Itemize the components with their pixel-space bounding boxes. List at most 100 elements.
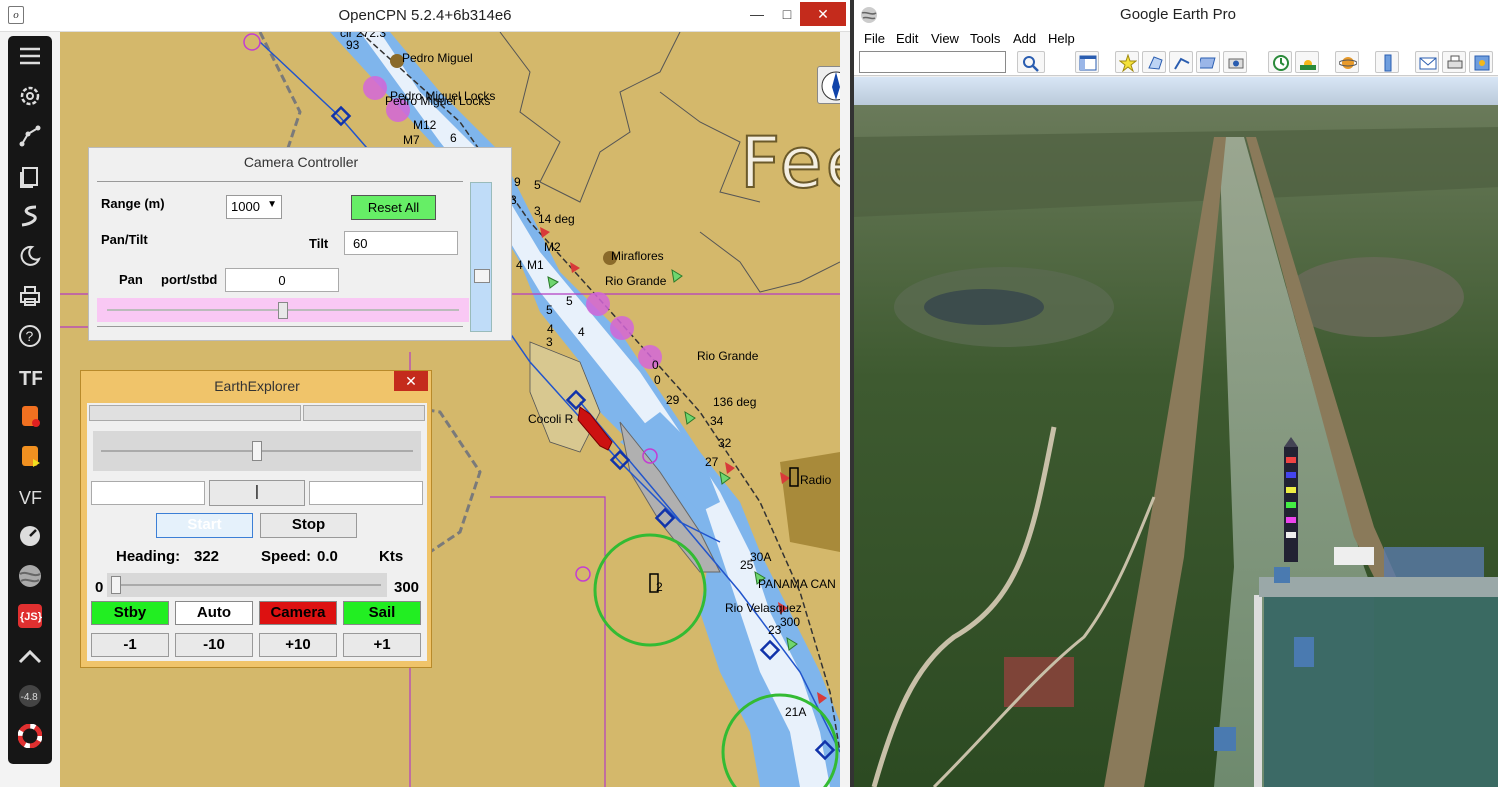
vf-icon[interactable]: VF xyxy=(14,480,46,512)
pan-label: Pan xyxy=(119,272,143,287)
svg-text:TF: TF xyxy=(19,368,42,388)
compass-widget[interactable] xyxy=(817,66,840,104)
menu-help[interactable]: Help xyxy=(1048,31,1075,46)
sail-button[interactable]: Sail xyxy=(343,601,421,625)
svg-text:29: 29 xyxy=(666,393,680,407)
menu-add[interactable]: Add xyxy=(1013,31,1036,46)
polygon-icon[interactable] xyxy=(1142,51,1166,73)
route-icon[interactable] xyxy=(14,120,46,152)
chevron-down-icon: ▼ xyxy=(267,199,277,210)
earth-3d-view[interactable] xyxy=(854,77,1498,787)
placemark-icon[interactable] xyxy=(1115,51,1139,73)
sidebar-icon[interactable] xyxy=(1075,51,1099,73)
speed-unit: Kts xyxy=(379,548,404,565)
right-text-field[interactable] xyxy=(309,481,423,505)
svg-text:34: 34 xyxy=(710,414,724,428)
lifebuoy-icon[interactable] xyxy=(14,720,46,752)
planets-icon[interactable] xyxy=(1335,51,1359,73)
pan-input[interactable]: 0 xyxy=(225,268,339,292)
minus-10-button[interactable]: -10 xyxy=(175,633,253,657)
menu-view[interactable]: View xyxy=(931,31,959,46)
menu-icon[interactable] xyxy=(14,40,46,72)
camera-controller-title: Camera Controller xyxy=(243,154,359,170)
maximize-button[interactable]: □ xyxy=(770,2,804,26)
status-field-right xyxy=(303,405,425,421)
menu-edit[interactable]: Edit xyxy=(896,31,918,46)
chart-label: 300 xyxy=(780,615,800,629)
tilt-input[interactable]: 60 xyxy=(344,231,458,255)
svg-text:?: ? xyxy=(26,328,34,344)
status-field-left xyxy=(89,405,301,421)
historical-imagery-icon[interactable] xyxy=(1268,51,1292,73)
svg-text:4: 4 xyxy=(578,325,585,339)
google-earth-toolbar xyxy=(854,48,1498,76)
vertical-scrollbar-thumb[interactable] xyxy=(474,269,490,283)
chart-label: M2 xyxy=(544,240,561,254)
dashboard-icon[interactable] xyxy=(14,520,46,552)
top-slider-thumb[interactable] xyxy=(252,441,262,461)
svg-text:4: 4 xyxy=(516,258,523,272)
heading-slider-thumb[interactable] xyxy=(111,576,121,594)
playback-icon[interactable] xyxy=(14,440,46,472)
ruler-icon[interactable] xyxy=(1375,51,1399,73)
menu-bar: File Edit View Tools Add Help xyxy=(854,30,1498,48)
moon-icon[interactable] xyxy=(14,240,46,272)
stby-button[interactable]: Stby xyxy=(91,601,169,625)
svg-text:23: 23 xyxy=(768,623,782,637)
print-icon[interactable] xyxy=(1442,51,1466,73)
menu-file[interactable]: File xyxy=(864,31,885,46)
overlay-icon[interactable] xyxy=(1196,51,1220,73)
search-input[interactable] xyxy=(859,51,1006,73)
pan-slider[interactable] xyxy=(97,298,469,322)
path-icon[interactable] xyxy=(1169,51,1193,73)
top-slider[interactable] xyxy=(93,431,421,471)
heading-slider[interactable] xyxy=(107,573,387,597)
close-icon[interactable]: ✕ xyxy=(394,371,428,391)
search-icon[interactable] xyxy=(1017,51,1045,73)
tide-icon[interactable]: TF xyxy=(14,360,46,392)
slider-max-label: 300 xyxy=(394,579,420,596)
chart-label: M1 xyxy=(527,258,544,272)
reset-all-button[interactable]: Reset All xyxy=(351,195,436,220)
menu-tools[interactable]: Tools xyxy=(970,31,1000,46)
minimize-button[interactable]: — xyxy=(740,2,774,26)
globe-icon[interactable] xyxy=(14,560,46,592)
value-icon[interactable]: -4.8 xyxy=(14,680,46,712)
sunlight-icon[interactable] xyxy=(1295,51,1319,73)
chart-icon[interactable] xyxy=(14,640,46,672)
minus-1-button[interactable]: -1 xyxy=(91,633,169,657)
range-select[interactable]: 1000 ▼ xyxy=(226,195,282,219)
start-button[interactable]: Start xyxy=(156,513,253,538)
auto-button[interactable]: Auto xyxy=(175,601,253,625)
range-value: 1000 xyxy=(231,199,260,214)
javascript-icon[interactable]: {JS} xyxy=(14,600,46,632)
tour-icon[interactable] xyxy=(1223,51,1247,73)
close-button[interactable]: ✕ xyxy=(800,2,846,26)
tilt-label: Tilt xyxy=(309,236,329,251)
chart-label: Cocoli R xyxy=(528,412,574,426)
stop-button[interactable]: Stop xyxy=(260,513,357,538)
plus-10-button[interactable]: +10 xyxy=(259,633,337,657)
left-text-field[interactable] xyxy=(91,481,205,505)
settings-icon[interactable] xyxy=(14,80,46,112)
chart-label: Rio Velasquez xyxy=(725,601,802,615)
chart-label: 93 xyxy=(346,38,360,52)
help-icon[interactable]: ? xyxy=(14,320,46,352)
speed-value: 0.0 xyxy=(317,548,338,565)
tracks-icon[interactable] xyxy=(14,200,46,232)
center-button[interactable]: | xyxy=(209,480,305,506)
svg-text:3: 3 xyxy=(534,204,541,218)
chart-label: M12 xyxy=(413,118,437,132)
layers-icon[interactable] xyxy=(14,160,46,192)
save-image-icon[interactable] xyxy=(1469,51,1493,73)
pan-slider-thumb[interactable] xyxy=(278,302,288,319)
compass-icon xyxy=(821,71,840,101)
plus-1-button[interactable]: +1 xyxy=(343,633,421,657)
print-icon[interactable] xyxy=(14,280,46,312)
chart-label: Radio xyxy=(800,473,832,487)
svg-text:32: 32 xyxy=(718,436,732,450)
vertical-scrollbar[interactable] xyxy=(470,182,492,332)
email-icon[interactable] xyxy=(1415,51,1439,73)
record-icon[interactable] xyxy=(14,400,46,432)
camera-button[interactable]: Camera xyxy=(259,601,337,625)
